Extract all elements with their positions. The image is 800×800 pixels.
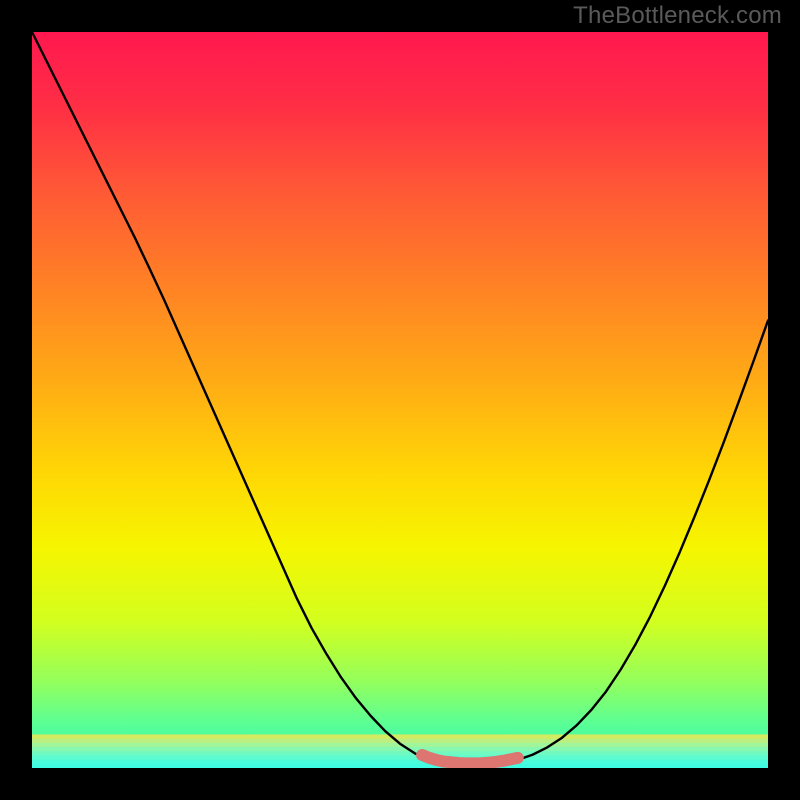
chart-svg xyxy=(32,32,768,768)
plot-area xyxy=(32,32,768,768)
watermark-text: TheBottleneck.com xyxy=(573,2,782,30)
gradient-background xyxy=(32,32,768,768)
bottom-bands xyxy=(32,734,768,768)
chart-frame: TheBottleneck.com xyxy=(0,0,800,800)
